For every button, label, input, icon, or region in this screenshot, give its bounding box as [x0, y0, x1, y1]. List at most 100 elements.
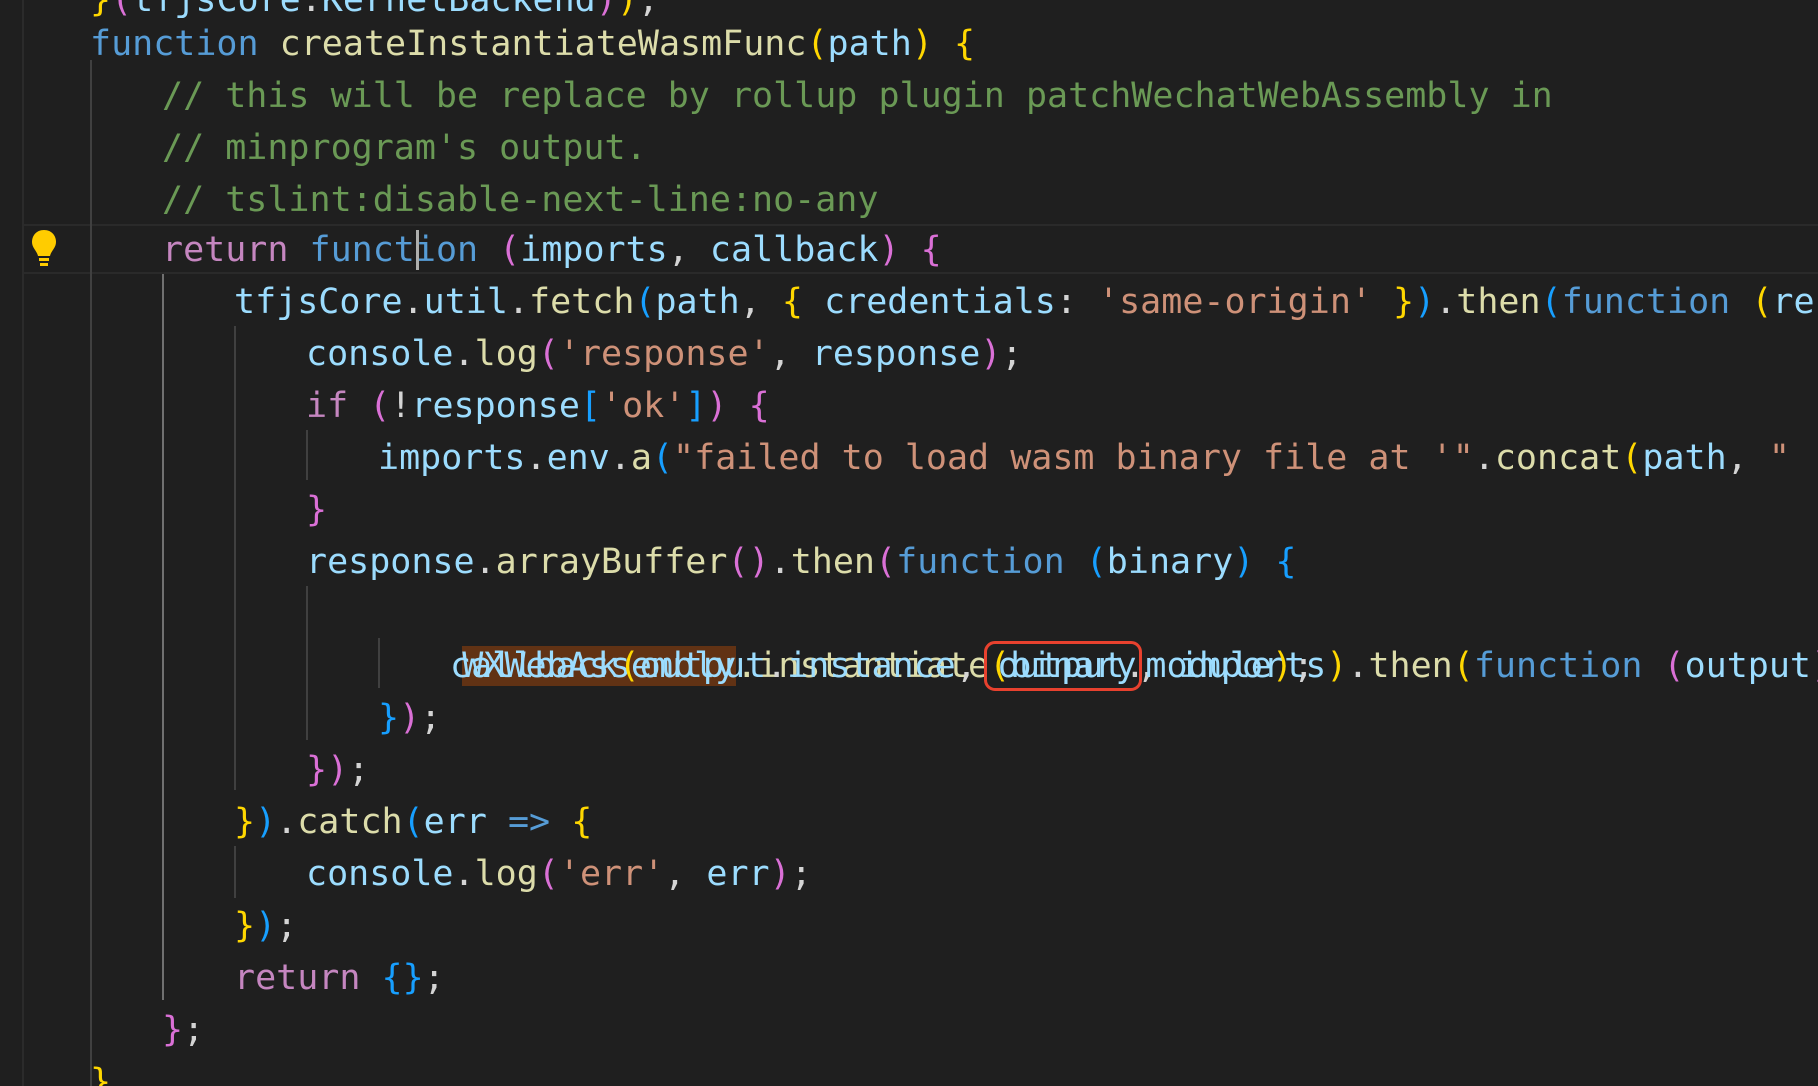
code-token: (	[806, 24, 828, 64]
code-token: ,	[739, 282, 782, 322]
code-token: ;	[637, 0, 659, 20]
code-token: path	[1642, 438, 1727, 478]
code-token: (	[1751, 282, 1773, 322]
code-token: re	[1772, 282, 1815, 322]
code-line[interactable]: }	[90, 1056, 111, 1086]
code-line[interactable]: imports.env.a("failed to load wasm binar…	[378, 432, 1790, 484]
code-token: }	[234, 802, 256, 842]
code-token: path	[655, 282, 740, 322]
indent-guide-active	[162, 274, 164, 1000]
code-line[interactable]: };	[162, 1004, 204, 1056]
code-token: then	[1456, 282, 1541, 322]
code-token: ;	[1292, 646, 1315, 686]
code-token: callback	[709, 230, 879, 270]
code-token: output	[1684, 646, 1811, 686]
code-line[interactable]: console.log('err', err);	[306, 848, 812, 900]
code-token: .	[300, 0, 322, 20]
code-token: )	[1811, 646, 1818, 686]
code-line[interactable]: function createInstantiateWasmFunc(path)…	[90, 18, 975, 70]
code-token: err	[423, 802, 487, 842]
code-token: function	[1473, 646, 1664, 686]
code-token: ,	[955, 646, 998, 686]
code-token: log	[474, 334, 538, 374]
code-token: )	[911, 24, 933, 64]
code-line[interactable]: response.arrayBuffer().then(function (bi…	[306, 536, 1296, 588]
code-token: }	[234, 906, 256, 946]
code-line[interactable]: console.log('response', response);	[306, 328, 1023, 380]
code-token: path	[827, 24, 912, 64]
code-token: response	[811, 334, 981, 374]
code-token: tfjsCore	[132, 0, 301, 20]
code-token: // tslint:disable-next-line:no-any	[162, 180, 879, 220]
indent-guide	[306, 586, 308, 740]
code-line[interactable]: // tslint:disable-next-line:no-any	[162, 174, 878, 226]
code-token: .	[1435, 282, 1457, 322]
code-token: imports	[378, 438, 526, 478]
code-token: ,	[664, 854, 707, 894]
code-token: (	[402, 802, 424, 842]
code-token: }	[90, 1062, 112, 1086]
code-token: .	[453, 854, 475, 894]
code-line[interactable]: }).catch(err => {	[234, 796, 592, 848]
code-line[interactable]: return {};	[234, 952, 445, 1004]
code-line[interactable]: // this will be replace by rollup plugin…	[162, 70, 1553, 122]
code-line[interactable]: // minprogram's output.	[162, 122, 647, 174]
code-editor[interactable]: }(tfjsCore.KernelBackend)); function cre…	[0, 0, 1818, 1086]
code-token: createInstantiateWasmFunc	[279, 24, 807, 64]
code-token: ;	[1001, 334, 1023, 374]
code-token: .	[525, 438, 547, 478]
code-token: )	[399, 698, 421, 738]
code-line-instantiate[interactable]: WXWebAssembly.instantiate(binary, import…	[378, 588, 1818, 691]
code-token: ;	[276, 906, 298, 946]
code-token: (	[537, 334, 559, 374]
code-token: ,	[769, 334, 812, 374]
code-token: (	[634, 282, 656, 322]
code-token: err	[706, 854, 770, 894]
code-token: )	[1326, 646, 1348, 686]
code-token: )	[616, 0, 638, 20]
code-token: .	[609, 438, 631, 478]
code-token: (	[537, 854, 559, 894]
code-token: (	[1085, 542, 1107, 582]
code-token: ;	[348, 750, 370, 790]
code-token: credentials	[824, 282, 1056, 322]
code-token: return	[162, 230, 310, 270]
code-token: .	[276, 802, 298, 842]
code-token: (	[1663, 646, 1685, 686]
code-token: (	[651, 438, 674, 478]
code-token: ,	[667, 230, 710, 270]
code-token: arrayBuffer	[495, 542, 728, 582]
code-line[interactable]: if (!response['ok']) {	[306, 380, 770, 432]
code-line[interactable]: callback(output.instance, output.module)…	[450, 640, 1314, 692]
code-line[interactable]: });	[234, 900, 297, 952]
code-token: {	[953, 24, 976, 64]
code-token: }	[1393, 282, 1415, 322]
code-token: ;	[790, 854, 812, 894]
code-token: )	[1414, 282, 1436, 322]
code-token: a	[630, 438, 652, 478]
code-token: ;	[420, 698, 442, 738]
code-token: "failed to load wasm binary file at '"	[673, 438, 1474, 478]
code-token: )	[255, 906, 277, 946]
code-line[interactable]: });	[378, 692, 441, 744]
code-token: {}	[381, 958, 424, 998]
code-token: "	[1768, 438, 1790, 478]
code-line[interactable]: }	[306, 484, 327, 536]
code-line[interactable]: return function (imports, callback) {	[162, 224, 942, 276]
code-token: catch	[297, 802, 403, 842]
lightbulb-icon[interactable]	[30, 228, 58, 268]
code-line[interactable]: });	[306, 744, 369, 796]
indent-guide	[90, 60, 92, 1086]
code-token: )	[327, 750, 349, 790]
code-token: imports	[520, 230, 668, 270]
code-line[interactable]: tfjsCore.util.fetch(path, { credentials:…	[234, 276, 1815, 328]
code-token: {	[748, 386, 770, 426]
code-token: function	[1561, 282, 1752, 322]
code-token: }	[162, 1010, 184, 1050]
code-token: console	[306, 334, 454, 374]
code-token: (	[1452, 646, 1474, 686]
